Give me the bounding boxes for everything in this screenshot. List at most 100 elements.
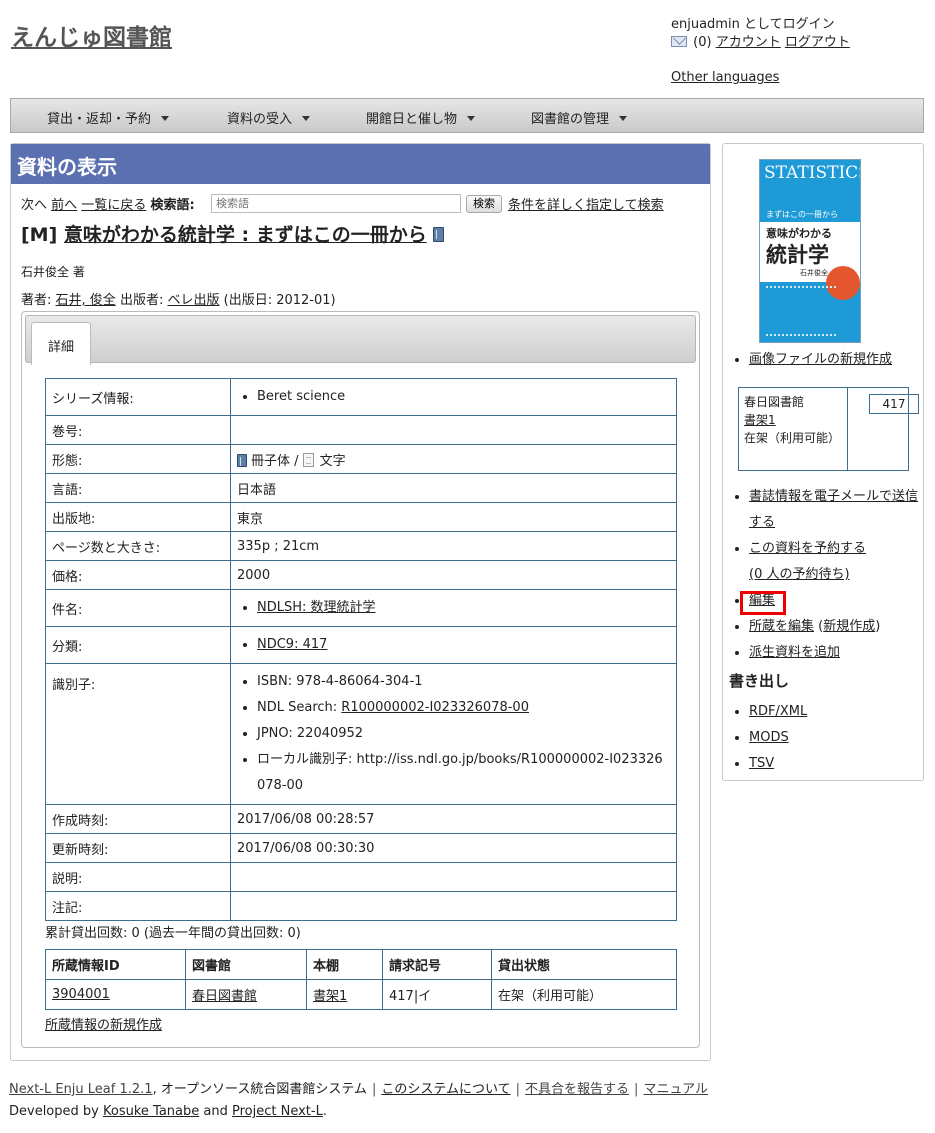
table-row: 注記: xyxy=(45,891,677,921)
library-link[interactable]: 春日図書館 xyxy=(192,989,257,1004)
table-row: 形態: 冊子体 / 文字 xyxy=(45,444,677,474)
new-item-link[interactable]: 新規作成 xyxy=(823,619,875,634)
table-row: 分類:NDC9: 417 xyxy=(45,626,677,664)
holding-shelf-link[interactable]: 書架1 xyxy=(744,413,776,427)
record-actions: 書誌情報を電子メールで送信する この資料を予約する(0 人の予約待ち) 編集 所… xyxy=(733,484,923,666)
site-title-link[interactable]: えんじゅ図書館 xyxy=(11,25,172,51)
new-holding-link[interactable]: 所蔵情報の新規作成 xyxy=(45,1014,162,1033)
chevron-down-icon xyxy=(161,116,170,121)
table-row: 更新時刻: 2017/06/08 00:30:30 xyxy=(45,833,677,863)
next-label: 次へ xyxy=(21,198,48,213)
book-cover-image[interactable]: STATISTICS まずはこの一冊から 意味がわかる 統計学 石井俊全 xyxy=(759,159,861,343)
chevron-down-icon xyxy=(467,116,476,121)
table-row: シリーズ情報:Beret science xyxy=(45,378,677,416)
export-mods-link[interactable]: MODS xyxy=(749,730,789,745)
series-value: Beret science xyxy=(257,384,670,410)
table-row: 巻号: xyxy=(45,415,677,445)
prev-link[interactable]: 前へ xyxy=(51,198,77,213)
table-row: 件名:NDLSH: 数理統計学 xyxy=(45,589,677,627)
manual-link[interactable]: マニュアル xyxy=(643,1082,708,1097)
edit-highlight-box xyxy=(740,591,786,615)
developer-link-1[interactable]: Kosuke Tanabe xyxy=(103,1104,199,1119)
email-record-link[interactable]: 書誌情報を電子メールで送信する xyxy=(749,489,918,530)
loan-count: 累計貸出回数: 0 (過去一年間の貸出回数: 0) xyxy=(45,926,301,941)
book-title-link[interactable]: 意味がわかる統計学 : まずはこの一冊から xyxy=(64,224,427,246)
jpno: JPNO: 22040952 xyxy=(257,721,670,747)
add-derivative-link[interactable]: 派生資料を追加 xyxy=(749,645,840,660)
export-heading: 書き出し xyxy=(729,672,790,690)
edit-items-link[interactable]: 所蔵を編集 xyxy=(749,619,814,634)
author-link[interactable]: 石井, 俊全 xyxy=(56,293,116,308)
holding-library: 春日図書館 xyxy=(744,395,805,409)
product-link[interactable]: Next-L Enju Leaf 1.2.1 xyxy=(9,1082,153,1097)
login-box: enjuadmin としてログイン (0) アカウント ログアウト xyxy=(671,16,850,52)
advanced-search-link[interactable]: 条件を詳しく指定して検索 xyxy=(508,194,664,213)
footer-credits: Developed by Kosuke Tanabe and Project N… xyxy=(9,1104,327,1119)
publisher-link[interactable]: ベレ出版 xyxy=(167,293,219,308)
statement-of-responsibility: 石井俊全 著 xyxy=(21,265,85,279)
footer-links: Next-L Enju Leaf 1.2.1, オープンソース統合図書館システム… xyxy=(9,1082,709,1097)
publication-date: (出版日: 2012-01) xyxy=(223,293,336,308)
menu-events[interactable]: 開館日と催し物 xyxy=(366,108,476,127)
tab-strip: 詳細 xyxy=(25,315,696,365)
table-row: 説明: xyxy=(45,862,677,892)
holding-status: 在架（利用可能） xyxy=(744,431,841,445)
ndl-search: NDL Search: R100000002-I023326078-00 xyxy=(257,695,670,721)
menu-admin[interactable]: 図書館の管理 xyxy=(531,108,628,127)
table-row: ページ数と大きさ: 335p ; 21cm xyxy=(45,531,677,561)
new-image-link[interactable]: 画像ファイルの新規作成 xyxy=(749,352,892,367)
account-link[interactable]: アカウント xyxy=(716,35,781,50)
menu-acquisition[interactable]: 資料の受入 xyxy=(227,108,311,127)
circulation-status: 在架（利用可能） xyxy=(491,979,677,1010)
reservation-count-link[interactable]: (0 人の予約待ち) xyxy=(749,567,850,582)
chevron-down-icon xyxy=(302,116,311,121)
back-to-list-link[interactable]: 一覧に戻る xyxy=(81,198,146,213)
table-row: 3904001 春日図書館 書架1 417|イ 在架（利用可能） xyxy=(45,979,677,1010)
export-list: RDF/XML MODS TSV xyxy=(733,699,807,777)
search-button[interactable]: 検索 xyxy=(466,195,502,213)
holdings-table: 所蔵情報ID 図書館 本棚 請求記号 貸出状態 3904001 春日図書館 書架… xyxy=(45,949,677,1010)
document-icon xyxy=(302,452,314,467)
book-icon xyxy=(432,227,444,242)
export-rdf-link[interactable]: RDF/XML xyxy=(749,704,807,719)
site-title[interactable]: えんじゅ図書館 xyxy=(11,18,172,52)
call-number: 417|イ xyxy=(382,979,492,1010)
ndl-search-link[interactable]: R100000002-I023326078-00 xyxy=(341,700,529,715)
export-tsv-link[interactable]: TSV xyxy=(749,756,774,771)
book-icon xyxy=(237,453,247,467)
reserve-link[interactable]: この資料を予約する xyxy=(749,541,866,556)
item-id-link[interactable]: 3904001 xyxy=(52,987,110,1002)
main-panel: 資料の表示 次へ 前へ 一覧に戻る 検索語: 検索 条件を詳しく指定して検索 [… xyxy=(10,143,711,1061)
local-identifier: ローカル識別子: http://iss.ndl.go.jp/books/R100… xyxy=(257,747,670,799)
chevron-down-icon xyxy=(619,116,628,121)
sidebar: STATISTICS まずはこの一冊から 意味がわかる 統計学 石井俊全 画像フ… xyxy=(722,143,924,781)
message-count: (0) xyxy=(693,35,712,50)
main-menu: 貸出・返却・予約 資料の受入 開館日と催し物 図書館の管理 xyxy=(10,98,924,133)
image-actions: 画像ファイルの新規作成 xyxy=(733,347,892,373)
mail-icon[interactable] xyxy=(671,36,687,47)
publication-line: 著者: 石井, 俊全 出版者: ベレ出版 (出版日: 2012-01) xyxy=(21,293,336,308)
holding-summary: 春日図書館 書架1 在架（利用可能） 417 xyxy=(738,387,919,471)
classification-link[interactable]: NDC9: 417 xyxy=(257,637,327,652)
search-input[interactable] xyxy=(211,194,461,213)
holding-call-number: 417 xyxy=(869,394,919,414)
record-navigation: 次へ 前へ 一覧に戻る 検索語: 検索 条件を詳しく指定して検索 xyxy=(21,194,701,216)
subject-link[interactable]: NDLSH: 数理統計学 xyxy=(257,600,376,615)
page-title: 資料の表示 xyxy=(11,144,710,184)
table-row: 作成時刻: 2017/06/08 00:28:57 xyxy=(45,804,677,834)
table-row: 識別子: ISBN: 978-4-86064-304-1 NDL Search:… xyxy=(45,663,677,805)
shelf-link[interactable]: 書架1 xyxy=(313,989,347,1004)
book-title: [M] 意味がわかる統計学 : まずはこの一冊から xyxy=(21,220,444,247)
developer-link-2[interactable]: Project Next-L xyxy=(232,1104,323,1119)
detail-table: シリーズ情報:Beret science 巻号: 形態:冊子体 / 文字 言語:… xyxy=(45,378,677,921)
search-label: 検索語: xyxy=(150,198,195,213)
tab-detail[interactable]: 詳細 xyxy=(31,322,91,365)
logout-link[interactable]: ログアウト xyxy=(785,35,850,50)
menu-circulation[interactable]: 貸出・返却・予約 xyxy=(47,108,170,127)
table-row: 価格: 2000 xyxy=(45,560,677,590)
other-languages-link[interactable]: Other languages xyxy=(671,70,779,85)
about-link[interactable]: このシステムについて xyxy=(381,1082,510,1097)
isbn: ISBN: 978-4-86064-304-1 xyxy=(257,669,670,695)
table-header-row: 所蔵情報ID 図書館 本棚 請求記号 貸出状態 xyxy=(45,949,677,980)
report-bug-link[interactable]: 不具合を報告する xyxy=(525,1082,629,1097)
